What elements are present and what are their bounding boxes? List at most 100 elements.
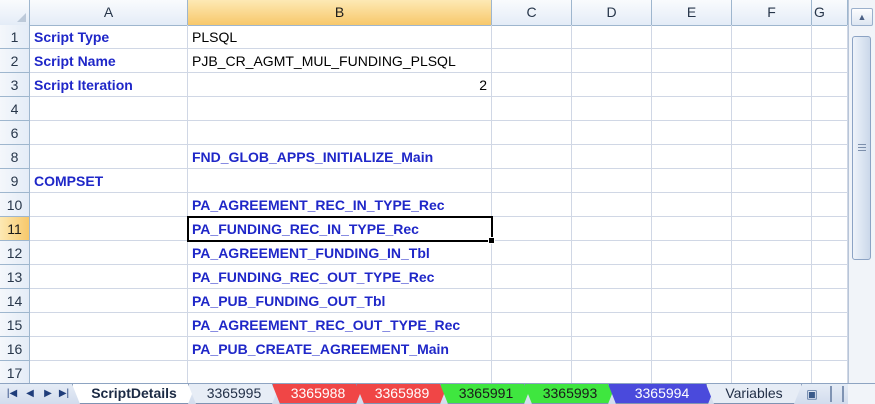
cell-empty[interactable] <box>732 313 812 337</box>
cell-empty[interactable] <box>492 49 572 73</box>
prev-sheet-icon[interactable]: ◀ <box>22 385 38 403</box>
cell-empty[interactable] <box>492 313 572 337</box>
cell-empty[interactable] <box>732 73 812 97</box>
cell-b[interactable]: 2 <box>188 73 492 97</box>
cell-empty[interactable] <box>732 265 812 289</box>
column-header-a[interactable]: A <box>30 0 188 25</box>
row-header[interactable]: 12 <box>0 241 30 265</box>
cell-empty[interactable] <box>812 265 848 289</box>
cell-empty[interactable] <box>732 337 812 361</box>
cell-b[interactable]: FND_GLOB_APPS_INITIALIZE_Main <box>188 145 492 169</box>
cell-a[interactable] <box>30 361 188 385</box>
cell-b[interactable]: PA_FUNDING_REC_OUT_TYPE_Rec <box>188 265 492 289</box>
row-header[interactable]: 8 <box>0 145 30 169</box>
row-header[interactable]: 1 <box>0 25 30 49</box>
cell-b[interactable] <box>188 361 492 385</box>
sheet-tab-3365993[interactable]: 3365993 <box>524 384 616 404</box>
cell-empty[interactable] <box>572 121 652 145</box>
cell-a[interactable]: Script Type <box>30 25 188 49</box>
cell-empty[interactable] <box>652 121 732 145</box>
cell-empty[interactable] <box>492 73 572 97</box>
cell-b[interactable] <box>188 97 492 121</box>
cell-empty[interactable] <box>652 265 732 289</box>
cell-empty[interactable] <box>652 217 732 241</box>
cell-empty[interactable] <box>492 361 572 385</box>
cell-empty[interactable] <box>652 289 732 313</box>
cell-b[interactable]: PA_PUB_CREATE_AGREEMENT_Main <box>188 337 492 361</box>
cell-empty[interactable] <box>652 361 732 385</box>
cell-empty[interactable] <box>812 25 848 49</box>
cell-b[interactable]: PA_AGREEMENT_FUNDING_IN_Tbl <box>188 241 492 265</box>
cell-empty[interactable] <box>732 241 812 265</box>
cell-b[interactable] <box>188 121 492 145</box>
cell-empty[interactable] <box>572 265 652 289</box>
row-header[interactable]: 11 <box>0 217 30 241</box>
cell-b[interactable]: PA_AGREEMENT_REC_IN_TYPE_Rec <box>188 193 492 217</box>
insert-worksheet-icon[interactable]: ▣ <box>800 385 824 403</box>
sheet-tab-3365989[interactable]: 3365989 <box>356 384 448 404</box>
cell-empty[interactable] <box>812 193 848 217</box>
cell-a[interactable]: Script Name <box>30 49 188 73</box>
cell-a[interactable] <box>30 97 188 121</box>
cell-empty[interactable] <box>492 265 572 289</box>
cell-empty[interactable] <box>572 241 652 265</box>
cell-empty[interactable] <box>732 121 812 145</box>
column-header-g[interactable]: G <box>812 0 848 25</box>
row-header[interactable]: 9 <box>0 169 30 193</box>
row-header[interactable]: 15 <box>0 313 30 337</box>
cell-empty[interactable] <box>572 217 652 241</box>
cell-empty[interactable] <box>812 289 848 313</box>
cell-b[interactable]: PA_AGREEMENT_REC_OUT_TYPE_Rec <box>188 313 492 337</box>
select-all-corner[interactable] <box>0 0 30 25</box>
row-header[interactable]: 2 <box>0 49 30 73</box>
cell-empty[interactable] <box>732 97 812 121</box>
cell-empty[interactable] <box>812 361 848 385</box>
cell-empty[interactable] <box>492 169 572 193</box>
vertical-scrollbar[interactable]: ▲ ▼ <box>848 0 875 383</box>
cell-empty[interactable] <box>732 49 812 73</box>
row-header[interactable]: 6 <box>0 121 30 145</box>
cell-a[interactable] <box>30 289 188 313</box>
cell-empty[interactable] <box>492 121 572 145</box>
cell-empty[interactable] <box>732 145 812 169</box>
cell-empty[interactable] <box>812 121 848 145</box>
cell-empty[interactable] <box>812 145 848 169</box>
cell-b[interactable]: PLSQL <box>188 25 492 49</box>
row-header[interactable]: 14 <box>0 289 30 313</box>
cell-b[interactable] <box>188 169 492 193</box>
scroll-up-icon[interactable]: ▲ <box>851 8 873 26</box>
cell-b[interactable]: PA_PUB_FUNDING_OUT_Tbl <box>188 289 492 313</box>
cell-empty[interactable] <box>492 145 572 169</box>
column-header-e[interactable]: E <box>652 0 732 25</box>
cell-a[interactable] <box>30 193 188 217</box>
next-sheet-icon[interactable]: ▶ <box>40 385 56 403</box>
scroll-thumb[interactable] <box>852 36 871 260</box>
cell-empty[interactable] <box>652 145 732 169</box>
cell-empty[interactable] <box>572 313 652 337</box>
tab-split-handle[interactable] <box>830 386 844 402</box>
horizontal-scroll-area[interactable] <box>848 384 875 404</box>
cell-empty[interactable] <box>572 289 652 313</box>
cell-empty[interactable] <box>572 193 652 217</box>
cell-a[interactable]: Script Iteration <box>30 73 188 97</box>
cell-empty[interactable] <box>812 337 848 361</box>
sheet-tab-3365994[interactable]: 3365994 <box>608 384 716 404</box>
cell-empty[interactable] <box>652 97 732 121</box>
cell-a[interactable] <box>30 241 188 265</box>
cell-empty[interactable] <box>812 49 848 73</box>
column-header-f[interactable]: F <box>732 0 812 25</box>
column-header-c[interactable]: C <box>492 0 572 25</box>
cell-empty[interactable] <box>812 169 848 193</box>
cell-empty[interactable] <box>572 25 652 49</box>
cell-empty[interactable] <box>652 193 732 217</box>
cell-empty[interactable] <box>732 361 812 385</box>
cell-empty[interactable] <box>812 313 848 337</box>
cell-empty[interactable] <box>492 289 572 313</box>
sheet-tab-3365995[interactable]: 3365995 <box>188 384 280 404</box>
row-header[interactable]: 13 <box>0 265 30 289</box>
cell-empty[interactable] <box>492 217 572 241</box>
cell-empty[interactable] <box>812 217 848 241</box>
row-header[interactable]: 3 <box>0 73 30 97</box>
cell-empty[interactable] <box>652 313 732 337</box>
cell-empty[interactable] <box>652 73 732 97</box>
